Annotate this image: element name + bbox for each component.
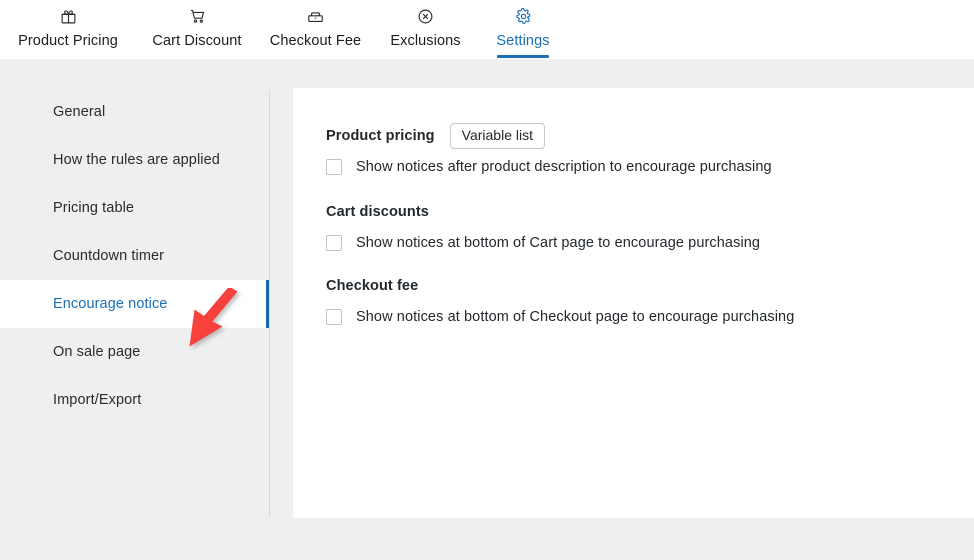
sidebar-item-label: Pricing table — [53, 200, 135, 216]
section-product-pricing: Product pricing Variable list Show notic… — [326, 123, 772, 175]
tab-label: Product Pricing — [18, 33, 118, 49]
sidebar-item-label: Import/Export — [53, 392, 142, 408]
tab-active-underline — [497, 55, 549, 58]
section-header: Cart discounts — [326, 199, 760, 225]
section-header: Checkout fee — [326, 273, 794, 299]
section-cart-discounts: Cart discounts Show notices at bottom of… — [326, 199, 760, 251]
sidebar-divider — [269, 90, 270, 517]
tab-product-pricing[interactable]: Product Pricing — [0, 0, 136, 59]
tab-cart-discount[interactable]: Cart Discount — [136, 0, 258, 59]
settings-content-panel: Product pricing Variable list Show notic… — [293, 88, 974, 518]
section-title: Product pricing — [326, 128, 435, 144]
show-notices-cart-checkbox[interactable] — [326, 235, 342, 251]
tab-settings[interactable]: Settings — [478, 0, 568, 59]
show-notices-checkout-checkbox[interactable] — [326, 309, 342, 325]
gift-icon — [60, 5, 77, 27]
show-notices-product-checkbox[interactable] — [326, 159, 342, 175]
sidebar-item-label: Encourage notice — [53, 296, 168, 312]
checkbox-label: Show notices after product description t… — [356, 159, 772, 175]
section-checkout-fee: Checkout fee Show notices at bottom of C… — [326, 273, 794, 325]
sidebar-item-label: How the rules are applied — [53, 152, 220, 168]
sidebar-item-general[interactable]: General — [0, 88, 270, 136]
checkbox-row-cart-discounts[interactable]: Show notices at bottom of Cart page to e… — [326, 235, 760, 251]
tab-label: Cart Discount — [152, 33, 242, 49]
circle-x-icon — [417, 5, 434, 27]
checkout-icon — [307, 5, 324, 27]
main-tab-bar: Product Pricing Cart Discount Checkout F… — [0, 0, 974, 59]
tab-label: Checkout Fee — [269, 33, 362, 49]
sidebar-item-pricing-table[interactable]: Pricing table — [0, 184, 270, 232]
sidebar-item-countdown-timer[interactable]: Countdown timer — [0, 232, 270, 280]
gear-icon — [515, 5, 532, 27]
section-title: Checkout fee — [326, 278, 419, 294]
sidebar-item-label: Countdown timer — [53, 248, 165, 264]
sidebar-item-encourage-notice[interactable]: Encourage notice — [0, 280, 270, 328]
sidebar-item-label: On sale page — [53, 344, 141, 360]
sidebar-item-on-sale-page[interactable]: On sale page — [0, 328, 270, 376]
checkbox-label: Show notices at bottom of Checkout page … — [356, 309, 795, 325]
tab-checkout-fee[interactable]: Checkout Fee — [258, 0, 373, 59]
checkbox-label: Show notices at bottom of Cart page to e… — [356, 235, 761, 251]
sidebar-item-how-the-rules-are-applied[interactable]: How the rules are applied — [0, 136, 270, 184]
sidebar-item-label: General — [53, 104, 106, 120]
settings-sidebar: General How the rules are applied Pricin… — [0, 88, 270, 518]
tab-exclusions[interactable]: Exclusions — [373, 0, 478, 59]
page-body: General How the rules are applied Pricin… — [0, 59, 974, 560]
checkbox-row-checkout-fee[interactable]: Show notices at bottom of Checkout page … — [326, 309, 794, 325]
sidebar-item-import-export[interactable]: Import/Export — [0, 376, 270, 424]
cart-icon — [189, 5, 206, 27]
section-header: Product pricing Variable list — [326, 123, 772, 149]
checkbox-row-product-pricing[interactable]: Show notices after product description t… — [326, 159, 772, 175]
section-title: Cart discounts — [326, 204, 429, 220]
tab-label: Settings — [496, 33, 550, 49]
tab-label: Exclusions — [390, 33, 461, 49]
variable-list-button[interactable]: Variable list — [449, 123, 545, 149]
